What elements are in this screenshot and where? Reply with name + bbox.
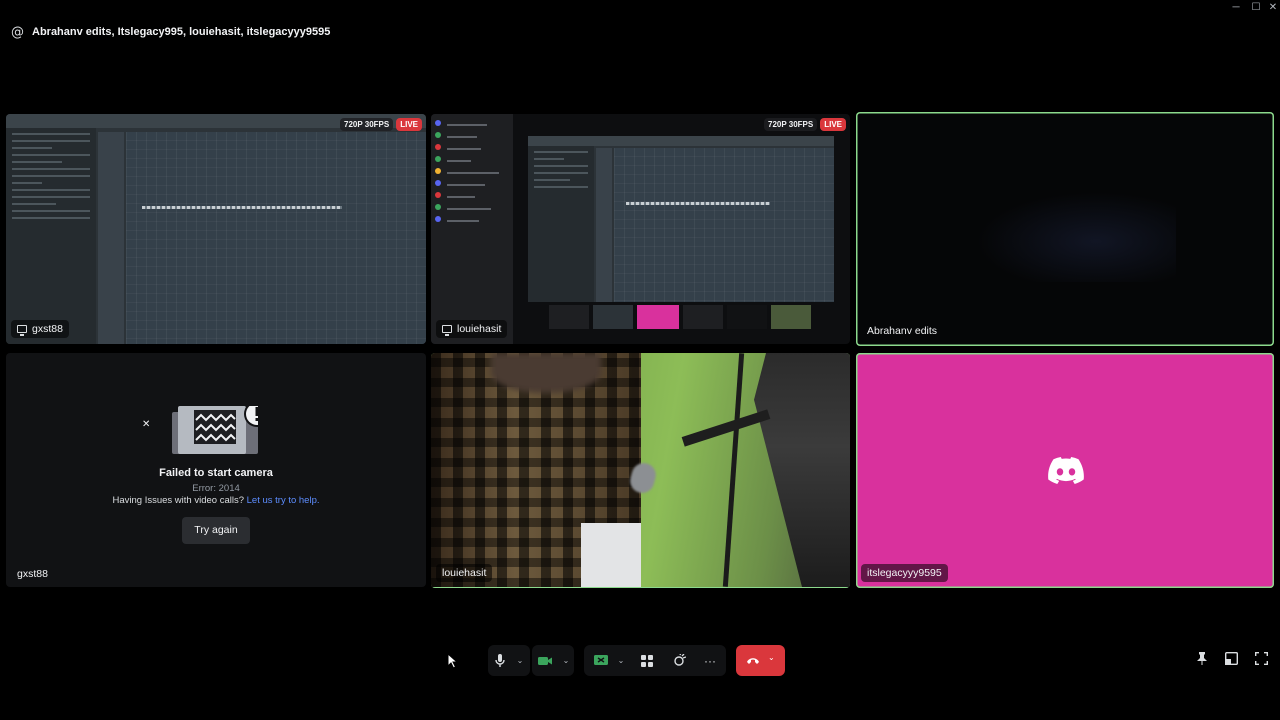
- camera-options-chevron-icon[interactable]: ⌄: [560, 645, 572, 676]
- participant-tile-louiehasit-stream[interactable]: 720P 30FPS LIVE louiehasit: [431, 114, 850, 344]
- participant-tile-abrahanv-edits[interactable]: Abrahanv edits: [856, 112, 1274, 346]
- live-badge: LIVE: [820, 118, 846, 131]
- window-bottom-strip: [0, 688, 1280, 720]
- broken-camera-illustration: [172, 406, 258, 454]
- discord-sidebar-preview: [431, 114, 513, 344]
- participant-name: Abrahanv edits: [867, 325, 938, 337]
- camera-error-code: Error: 2014: [192, 483, 240, 494]
- screen-share-content: [6, 114, 426, 344]
- activities-icon[interactable]: [635, 645, 659, 676]
- window-titlebar: ─ ☐ ✕: [0, 0, 1280, 16]
- stream-thumbnail-strip: [549, 305, 815, 331]
- try-again-button[interactable]: Try again: [182, 517, 250, 544]
- participant-name: gxst88: [32, 323, 63, 335]
- help-link[interactable]: Let us try to help.: [247, 495, 320, 506]
- resolution-badge: 720P 30FPS: [340, 118, 394, 131]
- camera-error-title: Failed to start camera: [159, 467, 273, 479]
- discord-logo-icon: [1048, 457, 1084, 484]
- popout-icon[interactable]: [1221, 651, 1241, 671]
- participant-name: itslegacyyy9595: [867, 567, 942, 579]
- resolution-badge: 720P 30FPS: [764, 118, 818, 131]
- participant-name-chip: louiehasit: [436, 564, 493, 582]
- leave-call-button[interactable]: ⌄: [736, 645, 785, 676]
- screen-share-content: [528, 136, 834, 302]
- participant-name-chip: itslegacyyy9595: [861, 564, 948, 582]
- live-badge: LIVE: [396, 118, 422, 131]
- mic-icon[interactable]: [488, 645, 512, 676]
- screen-share-icon: [442, 325, 452, 336]
- screen-share-icon: [17, 325, 27, 336]
- screen-share-options-chevron-icon[interactable]: ⌄: [615, 645, 627, 676]
- at-icon: @: [11, 24, 24, 40]
- pin-icon[interactable]: [1192, 651, 1212, 671]
- stream-badges: 720P 30FPS LIVE: [340, 118, 422, 131]
- dark-camera-feed: [976, 192, 1176, 282]
- participant-name: gxst88: [17, 568, 48, 580]
- call-header: @ Abrahanv edits, Itslegacy995, louiehas…: [0, 16, 1280, 48]
- participant-tile-louiehasit-camera[interactable]: louiehasit: [431, 353, 850, 588]
- mic-options-chevron-icon[interactable]: ⌄: [514, 645, 526, 676]
- screen-share-icon[interactable]: [589, 645, 613, 676]
- camera-icon[interactable]: [533, 645, 557, 676]
- fullscreen-icon[interactable]: [1251, 651, 1271, 671]
- participant-tile-itslegacyyy9595[interactable]: itslegacyyy9595: [856, 353, 1274, 588]
- leave-options-chevron-icon[interactable]: ⌄: [768, 653, 775, 662]
- participant-name: louiehasit: [442, 567, 487, 579]
- camera-feed: [431, 353, 850, 588]
- participant-name: louiehasit: [457, 323, 502, 335]
- close-button[interactable]: ✕: [1263, 1, 1280, 15]
- minimize-button[interactable]: ─: [1226, 1, 1246, 15]
- call-title: Abrahanv edits, Itslegacy995, louiehasit…: [32, 26, 331, 38]
- leave-call-icon: [747, 658, 759, 664]
- participant-name-chip: gxst88: [11, 320, 69, 338]
- participant-tile-gxst88-stream[interactable]: 720P 30FPS LIVE gxst88: [6, 114, 426, 344]
- participant-name-chip: louiehasit: [436, 320, 508, 338]
- participant-name-chip: Abrahanv edits: [861, 322, 943, 340]
- help-question: Having Issues with video calls?: [112, 495, 244, 506]
- soundboard-icon[interactable]: [667, 645, 691, 676]
- mouse-cursor-icon: [447, 653, 459, 669]
- close-mark-icon: ✕: [142, 419, 151, 430]
- more-icon[interactable]: ···: [698, 645, 722, 676]
- stream-badges: 720P 30FPS LIVE: [764, 118, 846, 131]
- camera-help-text: Having Issues with video calls? Let us t…: [6, 495, 426, 506]
- participant-name-chip: gxst88: [11, 565, 54, 583]
